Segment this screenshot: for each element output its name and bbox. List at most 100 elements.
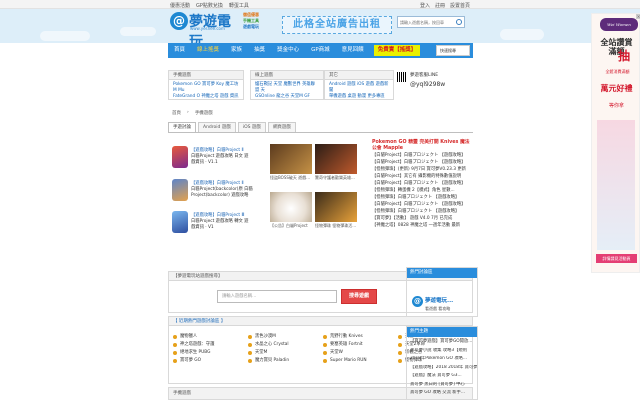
topbar-link-gp[interactable]: GP點數兌換 <box>196 2 223 9</box>
quick-search-select[interactable]: 快速搜尋 <box>436 45 470 56</box>
news-row[interactable]: 【怪物彈珠】轉蛋機 2【模式】角色 星數... <box>372 187 472 194</box>
forum-item[interactable]: 天堂W <box>323 349 398 357</box>
section-title: 【 近期熱門遊戲討論區 】 <box>169 317 472 326</box>
search-input[interactable] <box>398 17 464 27</box>
forum-label: 荒野行動 Knives <box>330 334 363 339</box>
forum-logo-text[interactable]: 夢遊電玩... <box>425 296 453 304</box>
news-row[interactable]: 【白貓Project】其它有 攝影機的特殊數值說明 <box>372 173 472 180</box>
nav-lottery[interactable]: 抽獎 <box>248 43 271 58</box>
topbar-link-gacha[interactable]: 轉蛋工具 <box>229 2 249 9</box>
news-row[interactable]: 【神魔之塔】0828 神魔之塔 一週年活動 最新 <box>372 222 472 229</box>
game-card[interactable]: 【遊戲攻略】白貓Project Ⅱ 白貓Project 遊戲攻略 日文 遊 戲資… <box>172 146 276 176</box>
forum-item[interactable]: 寶可夢 GO <box>173 357 248 365</box>
close-icon[interactable]: × <box>636 14 640 19</box>
search-icon[interactable] <box>456 19 462 25</box>
nav-hot-button[interactable]: 免費賣【搖獎】 <box>373 45 421 56</box>
login-link[interactable]: 登入 <box>420 2 430 9</box>
hot-topic[interactable]: 寶可夢 黑白的 [寶可夢] 中心 <box>407 382 477 391</box>
picture-caption[interactable]: 怪物彈珠 怪物彈珠活... <box>315 223 357 229</box>
news-row[interactable]: 【白貓Project】白貓プロジェクト 【遊戲攻略】 <box>372 159 472 166</box>
game-search-button[interactable]: 搜尋遊戲 <box>341 289 377 304</box>
forum-item[interactable]: 神之塔遊戲：守護 <box>173 341 248 349</box>
news-row[interactable]: 【白貓Project】白貓プロジェクト 【遊戲攻略】 <box>372 180 472 187</box>
news-row[interactable]: 【寶可夢】【活動】 遊戲 V4.0 7月 已完成 <box>372 215 472 222</box>
forum-item[interactable]: 天堂M <box>248 349 323 357</box>
forum-item[interactable]: 荒野行動 Knives <box>323 333 398 341</box>
nav-feedback[interactable]: 意見回饋 <box>336 43 370 58</box>
nav-family[interactable]: 家族 <box>225 43 248 58</box>
hot-topic[interactable]: 【遊戲攻略】2018 2018年 寶可夢 <box>407 365 477 374</box>
news-row[interactable]: 【白貓Project】白貓プロジェクト 【遊戲攻略】 <box>372 201 472 208</box>
news-row[interactable]: 【怪物彈珠】白貓プロジェクト 【遊戲攻略】 <box>372 194 472 201</box>
news-row[interactable]: 【怪物彈珠】(更新) 9月7日 寶可夢V0.23.3 更新 <box>372 166 472 173</box>
bullet-icon <box>173 343 177 347</box>
topbar-link-promo[interactable]: 優惠活動 <box>170 2 190 9</box>
game-search-input[interactable]: 請輸入遊戲名稱... <box>217 290 337 303</box>
brand-logo: Wei Women <box>600 18 638 31</box>
forum-label: Super Mario RUN <box>330 358 367 363</box>
nav-home[interactable]: 首頁 <box>168 43 191 58</box>
hot-topic[interactable]: 2018年Pokemon GO 攻略... <box>407 356 477 365</box>
news-row[interactable]: 【白貓Project】白貓プロジェクト 【遊戲攻略】 <box>372 152 472 159</box>
nav-prize-center[interactable]: 獎金中心 <box>271 43 305 58</box>
ad-product-image <box>597 120 635 250</box>
breadcrumb-home[interactable]: 首頁 <box>172 110 181 116</box>
picture-item[interactable]: 驚奇守護者歡樂英雄... <box>315 144 357 180</box>
forum-item[interactable]: 魔物獵人 <box>173 333 248 341</box>
game-thumbnail[interactable] <box>172 211 188 233</box>
header-promo[interactable]: 儲值優惠 手機工具 遊戲電玩 <box>243 12 275 30</box>
header-search[interactable] <box>397 16 465 28</box>
forum-item[interactable]: 魔力寶貝 Paladin <box>248 357 323 365</box>
site-logo[interactable]: @ 夢遊電玩 www.yeshee.com <box>170 11 240 50</box>
picture-image[interactable] <box>315 192 357 222</box>
picture-caption[interactable]: 驚奇守護者歡樂英雄... <box>315 175 357 181</box>
hot-topic[interactable]: 【寶可夢遊戲】寶可夢GO開放... <box>407 337 477 348</box>
picture-item[interactable]: 怪物彈珠 怪物彈珠活... <box>315 192 357 228</box>
forum-item[interactable]: 水晶之心 Crystal <box>248 341 323 349</box>
news-row[interactable]: 【怪物彈珠】白貓プロジェクト 【遊戲攻略】 <box>372 208 472 215</box>
tab-web-games[interactable]: 網頁遊戲 <box>267 122 296 132</box>
set-homepage-link[interactable]: 設置首頁 <box>450 2 470 9</box>
news-list: Pokemon GO 精靈 完美打開 Knives 魔法公會 Mapple 【白… <box>372 140 472 246</box>
tab-android[interactable]: Android 遊戲 <box>198 122 236 132</box>
hot-topic[interactable]: 寶可夢 GO 攻略 交流 新手... <box>407 390 477 399</box>
nav-gp-mall[interactable]: GP商城 <box>305 43 336 58</box>
forum-item[interactable]: 黑色沙漠M <box>248 333 323 341</box>
game-card[interactable]: 【遊戲攻略】白貓Project Ⅱ 白貓Project(backcolor)原 … <box>172 179 276 209</box>
news-headline[interactable]: Pokemon GO 精靈 完美打開 Knives 魔法公會 Mapple <box>372 140 472 152</box>
nav-online-lottery[interactable]: 線上搖獎 <box>191 43 225 58</box>
side-advertisement[interactable]: × Wei Women 全站讚賞 滿額 抽 全館消費滿額 萬元好禮 等你拿 詳情請… <box>591 13 640 273</box>
bullet-icon <box>398 335 402 339</box>
line-title: 夢遊客服LINE <box>410 73 439 78</box>
game-thumbnail[interactable] <box>172 179 188 201</box>
picture-image[interactable] <box>270 192 312 222</box>
main-nav: 首頁 線上搖獎 家族 抽獎 獎金中心 GP商城 意見回饋 免費賣【搖獎】 快速搜… <box>168 43 473 58</box>
online-games-box: 線上遊戲 爐石戰記 天堂 魔獸世界 英雄聯盟 天 GSOnline 龍之谷 天堂… <box>250 70 324 100</box>
box-line[interactable]: Android 遊戲 iOS 遊戲 遊戲新聞 <box>329 82 389 94</box>
picture-caption[interactable]: 怪盜BOSS破天 遊戲... <box>270 175 312 181</box>
hot-topic[interactable]: 【遊戲】魔法 寶可夢 G3... <box>407 373 477 382</box>
picture-caption[interactable]: 【公告】白貓Project <box>270 223 312 229</box>
register-link[interactable]: 註冊 <box>435 2 445 9</box>
bullet-icon <box>248 351 252 355</box>
forum-item[interactable]: 絕地求生 PUBG <box>173 349 248 357</box>
tab-ios[interactable]: iOS 遊戲 <box>237 122 266 132</box>
tab-mobile-discussion[interactable]: 手遊討論 <box>168 122 196 132</box>
box-line[interactable]: FateGrand O 神魔之塔 遊戲 資訊 <box>173 94 239 100</box>
ad-banner[interactable]: 此格全站廣告出租 <box>282 16 392 34</box>
forum-item[interactable]: 要塞英雄 Fortnit <box>323 341 398 349</box>
box-line[interactable]: GSOnline 龍之谷 天堂M GF <box>255 94 319 100</box>
picture-item[interactable]: 【公告】白貓Project <box>270 192 312 228</box>
game-thumbnail[interactable] <box>172 146 188 168</box>
picture-image[interactable] <box>315 144 357 174</box>
box-line[interactable]: 單機遊戲 桌遊 動漫 更多專區 <box>329 94 389 100</box>
game-card[interactable]: 【遊戲攻略】白貓Project Ⅲ 白貓Project 遊戲攻略 轉文 遊 戲資… <box>172 211 276 241</box>
picture-image[interactable] <box>270 144 312 174</box>
box-line[interactable]: 爐石戰記 天堂 魔獸世界 英雄聯盟 天 <box>255 82 319 94</box>
forum-item[interactable]: Super Mario RUN <box>323 357 398 365</box>
ad-cta-button[interactable]: 詳情請見活動頁 <box>596 254 637 263</box>
box-line[interactable]: Pokemon GO 寶可夢 Koy 魔工坊 M Mu <box>173 82 239 94</box>
breadcrumb-mobile[interactable]: 手機遊戲 <box>195 110 213 116</box>
picture-item[interactable]: 怪盜BOSS破天 遊戲... <box>270 144 312 180</box>
hot-topic[interactable]: 寶可夢小說 收集 攻略3【規則 <box>407 348 477 357</box>
